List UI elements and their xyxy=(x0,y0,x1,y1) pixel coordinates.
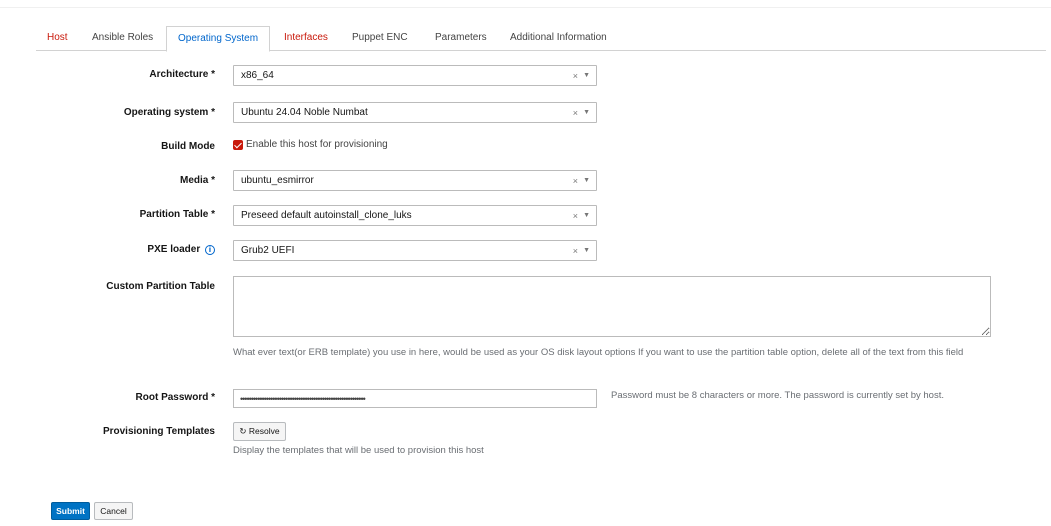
pxe-loader-label: PXE loader i xyxy=(147,244,215,255)
refresh-icon: ↻ xyxy=(239,426,247,436)
clear-icon[interactable]: × xyxy=(573,241,578,261)
build-mode-checkbox-label[interactable]: Enable this host for provisioning xyxy=(246,139,388,150)
custom-partition-table-label: Custom Partition Table xyxy=(106,281,215,292)
custom-partition-table-textarea[interactable] xyxy=(233,276,991,337)
clear-icon[interactable]: × xyxy=(573,103,578,123)
architecture-select[interactable]: x86_64 × ▼ xyxy=(233,65,597,86)
chevron-down-icon[interactable]: ▼ xyxy=(583,241,590,261)
operating-system-select[interactable]: Ubuntu 24.04 Noble Numbat × ▼ xyxy=(233,102,597,123)
clear-icon[interactable]: × xyxy=(573,206,578,226)
provisioning-templates-label: Provisioning Templates xyxy=(102,426,215,437)
architecture-value: x86_64 xyxy=(241,70,274,81)
root-password-help: Password must be 8 characters or more. T… xyxy=(611,390,944,401)
tab-bar: Host Ansible Roles Operating System Inte… xyxy=(36,26,1046,52)
pxe-loader-value: Grub2 UEFI xyxy=(241,245,295,256)
tab-interfaces[interactable]: Interfaces xyxy=(273,26,339,51)
partition-table-label: Partition Table * xyxy=(139,209,215,220)
cancel-button[interactable]: Cancel xyxy=(94,502,133,520)
resolve-button[interactable]: ↻ Resolve xyxy=(233,422,286,441)
clear-icon[interactable]: × xyxy=(573,66,578,86)
media-select[interactable]: ubuntu_esmirror × ▼ xyxy=(233,170,597,191)
info-icon[interactable]: i xyxy=(205,245,215,255)
tab-parameters[interactable]: Parameters xyxy=(424,26,498,51)
architecture-label: Architecture * xyxy=(149,69,215,80)
tab-host[interactable]: Host xyxy=(36,26,79,51)
chevron-down-icon[interactable]: ▼ xyxy=(583,206,590,226)
provisioning-templates-help: Display the templates that will be used … xyxy=(233,445,484,456)
pxe-loader-select[interactable]: Grub2 UEFI × ▼ xyxy=(233,240,597,261)
media-label: Media * xyxy=(179,175,215,186)
resolve-button-label: Resolve xyxy=(248,426,280,436)
media-value: ubuntu_esmirror xyxy=(241,175,314,186)
operating-system-label: Operating system * xyxy=(123,107,215,118)
clear-icon[interactable]: × xyxy=(573,171,578,191)
build-mode-label: Build Mode xyxy=(161,141,215,152)
partition-table-value: Preseed default autoinstall_clone_luks xyxy=(241,210,412,221)
root-password-label: Root Password * xyxy=(135,392,215,403)
chevron-down-icon[interactable]: ▼ xyxy=(583,171,590,191)
chevron-down-icon[interactable]: ▼ xyxy=(583,66,590,86)
tab-additional-information[interactable]: Additional Information xyxy=(499,26,618,51)
build-mode-checkbox[interactable] xyxy=(233,140,243,150)
tab-operating-system[interactable]: Operating System xyxy=(166,26,271,52)
chevron-down-icon[interactable]: ▼ xyxy=(583,103,590,123)
pxe-loader-label-text: PXE loader xyxy=(147,244,201,255)
custom-partition-table-help: What ever text(or ERB template) you use … xyxy=(233,347,964,358)
operating-system-value: Ubuntu 24.04 Noble Numbat xyxy=(241,107,368,118)
partition-table-select[interactable]: Preseed default autoinstall_clone_luks ×… xyxy=(233,205,597,226)
tab-ansible-roles[interactable]: Ansible Roles xyxy=(81,26,164,51)
submit-button[interactable]: Submit xyxy=(51,502,90,520)
root-password-input[interactable] xyxy=(233,389,597,408)
top-strip xyxy=(0,0,1051,8)
tab-puppet-enc[interactable]: Puppet ENC xyxy=(341,26,419,51)
